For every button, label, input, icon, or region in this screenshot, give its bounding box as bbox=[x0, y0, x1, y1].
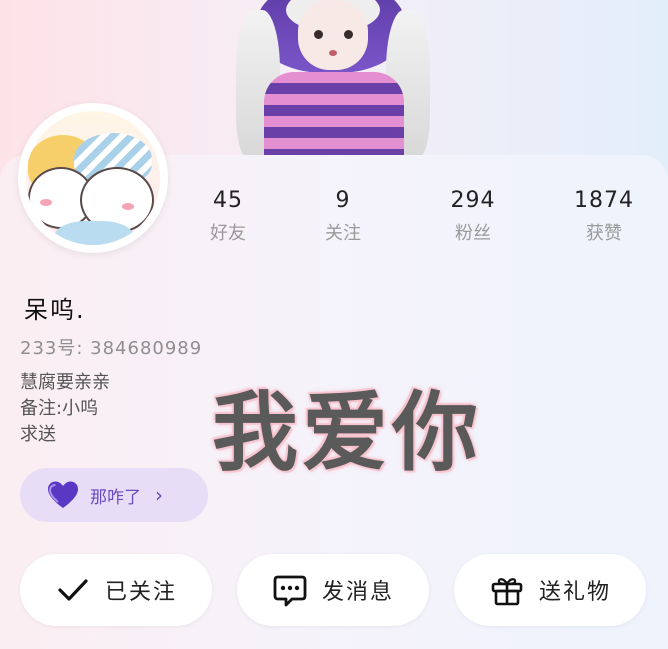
stat-followers[interactable]: 294 粉丝 bbox=[413, 188, 533, 245]
stat-value: 294 bbox=[450, 188, 496, 213]
follow-status-label: 已关注 bbox=[104, 580, 177, 605]
medal-pill[interactable]: 那咋了 › bbox=[20, 468, 208, 522]
stat-value: 1874 bbox=[574, 188, 634, 213]
overlay-text: 我爱你 bbox=[212, 383, 482, 483]
send-message-label: 发消息 bbox=[321, 580, 394, 605]
bio-line: 慧腐要亲亲 bbox=[20, 372, 110, 393]
stat-label: 粉丝 bbox=[455, 223, 491, 244]
banner-character-illustration bbox=[228, 0, 438, 160]
stat-label: 获赞 bbox=[586, 223, 622, 244]
profile-uid[interactable]: 233号: 384680989 bbox=[20, 334, 202, 360]
follow-status-button[interactable]: 已关注 bbox=[20, 554, 212, 626]
stat-following[interactable]: 9 关注 bbox=[283, 188, 403, 245]
chat-bubble-icon bbox=[273, 575, 307, 607]
send-message-button[interactable]: 发消息 bbox=[237, 554, 429, 626]
bio-line: 求送 bbox=[20, 424, 56, 445]
stat-value: 9 bbox=[335, 188, 351, 213]
stat-value: 45 bbox=[213, 188, 243, 213]
bio-line: 备注:小呜 bbox=[20, 398, 99, 419]
profile-name: 呆呜. bbox=[24, 296, 86, 324]
send-gift-label: 送礼物 bbox=[538, 580, 611, 605]
send-gift-button[interactable]: 送礼物 bbox=[454, 554, 646, 626]
medal-label: 那咋了 bbox=[90, 487, 141, 508]
profile-bio: 慧腐要亲亲 备注:小呜 求送 bbox=[20, 370, 110, 448]
stat-label: 好友 bbox=[210, 223, 246, 244]
purple-heart-icon bbox=[48, 481, 78, 508]
check-icon bbox=[58, 579, 88, 601]
gift-icon bbox=[491, 578, 523, 606]
avatar[interactable] bbox=[18, 103, 168, 253]
profile-stats: 45 好友 9 关注 294 粉丝 1874 获赞 bbox=[168, 188, 668, 258]
chevron-right-icon: › bbox=[155, 483, 163, 507]
stat-likes[interactable]: 1874 获赞 bbox=[544, 188, 664, 245]
stat-friends[interactable]: 45 好友 bbox=[168, 188, 288, 245]
stat-label: 关注 bbox=[325, 223, 361, 244]
